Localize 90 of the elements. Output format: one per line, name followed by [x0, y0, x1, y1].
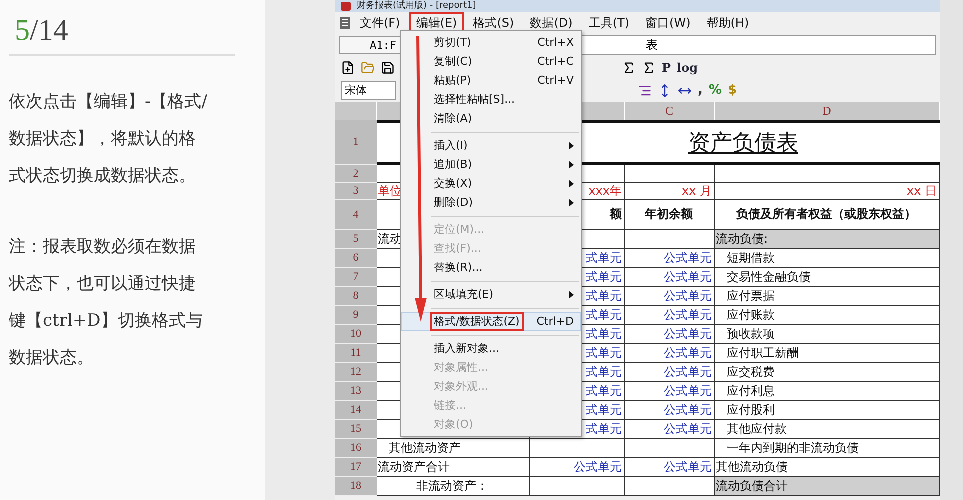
- submenu-arrow-icon: [569, 290, 574, 298]
- menu-option[interactable]: 追加(B): [401, 155, 581, 174]
- row-header[interactable]: 6: [335, 249, 377, 268]
- menu-option[interactable]: 选择性粘帖[S]...: [401, 90, 581, 109]
- row-header[interactable]: 14: [335, 401, 377, 420]
- menu-option[interactable]: 格式/数据状态(Z) Ctrl+D: [401, 312, 581, 331]
- table-cell: 年初余额: [625, 200, 715, 230]
- page-counter: 5/14: [9, 14, 235, 56]
- column-header[interactable]: C: [625, 102, 715, 120]
- row-header[interactable]: 15: [335, 420, 377, 439]
- menu-option[interactable]: 插入(I): [401, 136, 581, 155]
- row-header[interactable]: 18: [335, 477, 377, 496]
- table-cell: 流动负债:: [715, 230, 940, 249]
- table-cell: 公式单元: [625, 325, 715, 344]
- table-cell: 公式单元: [625, 268, 715, 287]
- row-header[interactable]: 4: [335, 200, 377, 230]
- table-cell: 公式单元: [625, 344, 715, 363]
- toolbar-button[interactable]: P: [662, 60, 672, 74]
- column-header[interactable]: D: [715, 102, 940, 120]
- row-header[interactable]: 13: [335, 382, 377, 401]
- menu-item[interactable]: 窗口(W): [638, 12, 698, 34]
- table-cell: 其他流动资产: [377, 439, 530, 458]
- table-cell: 公式单元: [530, 458, 625, 477]
- table-cell: 应付利息: [715, 382, 940, 401]
- table-cell: 一年内到期的非流动负债: [715, 439, 940, 458]
- row-header[interactable]: 10: [335, 325, 377, 344]
- row-header[interactable]: 7: [335, 268, 377, 287]
- sum-icon[interactable]: [622, 60, 636, 74]
- table-cell: 非流动资产：: [377, 477, 530, 496]
- table-cell: 公式单元: [625, 420, 715, 439]
- row-header[interactable]: 5: [335, 230, 377, 249]
- table-cell: 应付职工薪酬: [715, 344, 940, 363]
- document-icon: [339, 16, 351, 30]
- table-cell: 流动资产合计: [377, 458, 530, 477]
- table-cell: 公式单元: [625, 382, 715, 401]
- toolbar-button[interactable]: %: [708, 83, 722, 98]
- align-right-icon[interactable]: [638, 84, 652, 98]
- submenu-arrow-icon: [569, 198, 574, 206]
- table-cell: 应付股利: [715, 401, 940, 420]
- table-cell: 公式单元: [625, 401, 715, 420]
- toolbar-button[interactable]: $: [728, 83, 738, 98]
- font-field[interactable]: 宋体: [341, 81, 396, 100]
- save-icon[interactable]: [381, 60, 395, 74]
- table-cell: 公式单元: [625, 306, 715, 325]
- row-header[interactable]: 1: [335, 120, 377, 165]
- table-cell: 公式单元: [625, 458, 715, 477]
- menu-option[interactable]: 清除(A): [401, 109, 581, 128]
- table-cell: 短期借款: [715, 249, 940, 268]
- table-cell: 应付票据: [715, 287, 940, 306]
- table-cell: 预收款项: [715, 325, 940, 344]
- row-header[interactable]: 2: [335, 165, 377, 183]
- row-header[interactable]: 11: [335, 344, 377, 363]
- menu-option[interactable]: 粘贴(P) Ctrl+V: [401, 71, 581, 90]
- toolbar-button[interactable]: ,: [698, 83, 703, 98]
- menu-item[interactable]: 数据(D): [523, 12, 580, 34]
- row-header[interactable]: 3: [335, 183, 377, 200]
- app-icon: [341, 2, 351, 10]
- toolbar-button[interactable]: log: [677, 60, 698, 74]
- row-header[interactable]: 16: [335, 439, 377, 458]
- table-cell: 其他应付款: [715, 420, 940, 439]
- table-cell: 负债及所有者权益（或股东权益）: [715, 200, 940, 230]
- menu-item[interactable]: 格式(S): [466, 12, 522, 34]
- menu-option[interactable]: 复制(C) Ctrl+C: [401, 52, 581, 71]
- row-header[interactable]: 9: [335, 306, 377, 325]
- menu-item[interactable]: 文件(F): [353, 12, 408, 34]
- window-title: 财务报表(试用版) - [report1]: [357, 0, 476, 12]
- new-file-icon[interactable]: [341, 60, 355, 74]
- instruction-text: 依次点击【编辑】-【格式/数据状态】，将默认的格式状态切换成数据状态。: [9, 91, 208, 188]
- submenu-arrow-icon: [569, 180, 574, 188]
- folder-icon[interactable]: [361, 60, 375, 74]
- table-cell: 流动负债合计: [715, 477, 940, 496]
- row-header[interactable]: 17: [335, 458, 377, 477]
- table-cell: 其他流动负债: [715, 458, 940, 477]
- row-header[interactable]: 8: [335, 287, 377, 306]
- table-cell: 公式单元: [625, 363, 715, 382]
- table-cell: 公式单元: [625, 287, 715, 306]
- row-header[interactable]: 12: [335, 363, 377, 382]
- sum-icon[interactable]: [642, 60, 656, 74]
- table-cell: xx 月: [625, 183, 715, 200]
- submenu-arrow-icon: [569, 160, 574, 168]
- table-cell: 应付账款: [715, 306, 940, 325]
- table-cell: xx 日: [715, 183, 940, 200]
- instruction-text: 注：报表取数必须在数据状态下，也可以通过快捷键【ctrl+D】切换格式与数据状态。: [9, 236, 204, 370]
- table-cell: 公式单元: [625, 249, 715, 268]
- menu-item[interactable]: 帮助(H): [700, 12, 756, 34]
- submenu-arrow-icon: [569, 142, 574, 150]
- table-cell: 交易性金融负债: [715, 268, 940, 287]
- report-title: 资产负债表: [688, 130, 798, 158]
- menu-item[interactable]: 工具(T): [582, 12, 637, 34]
- table-cell: 应交税费: [715, 363, 940, 382]
